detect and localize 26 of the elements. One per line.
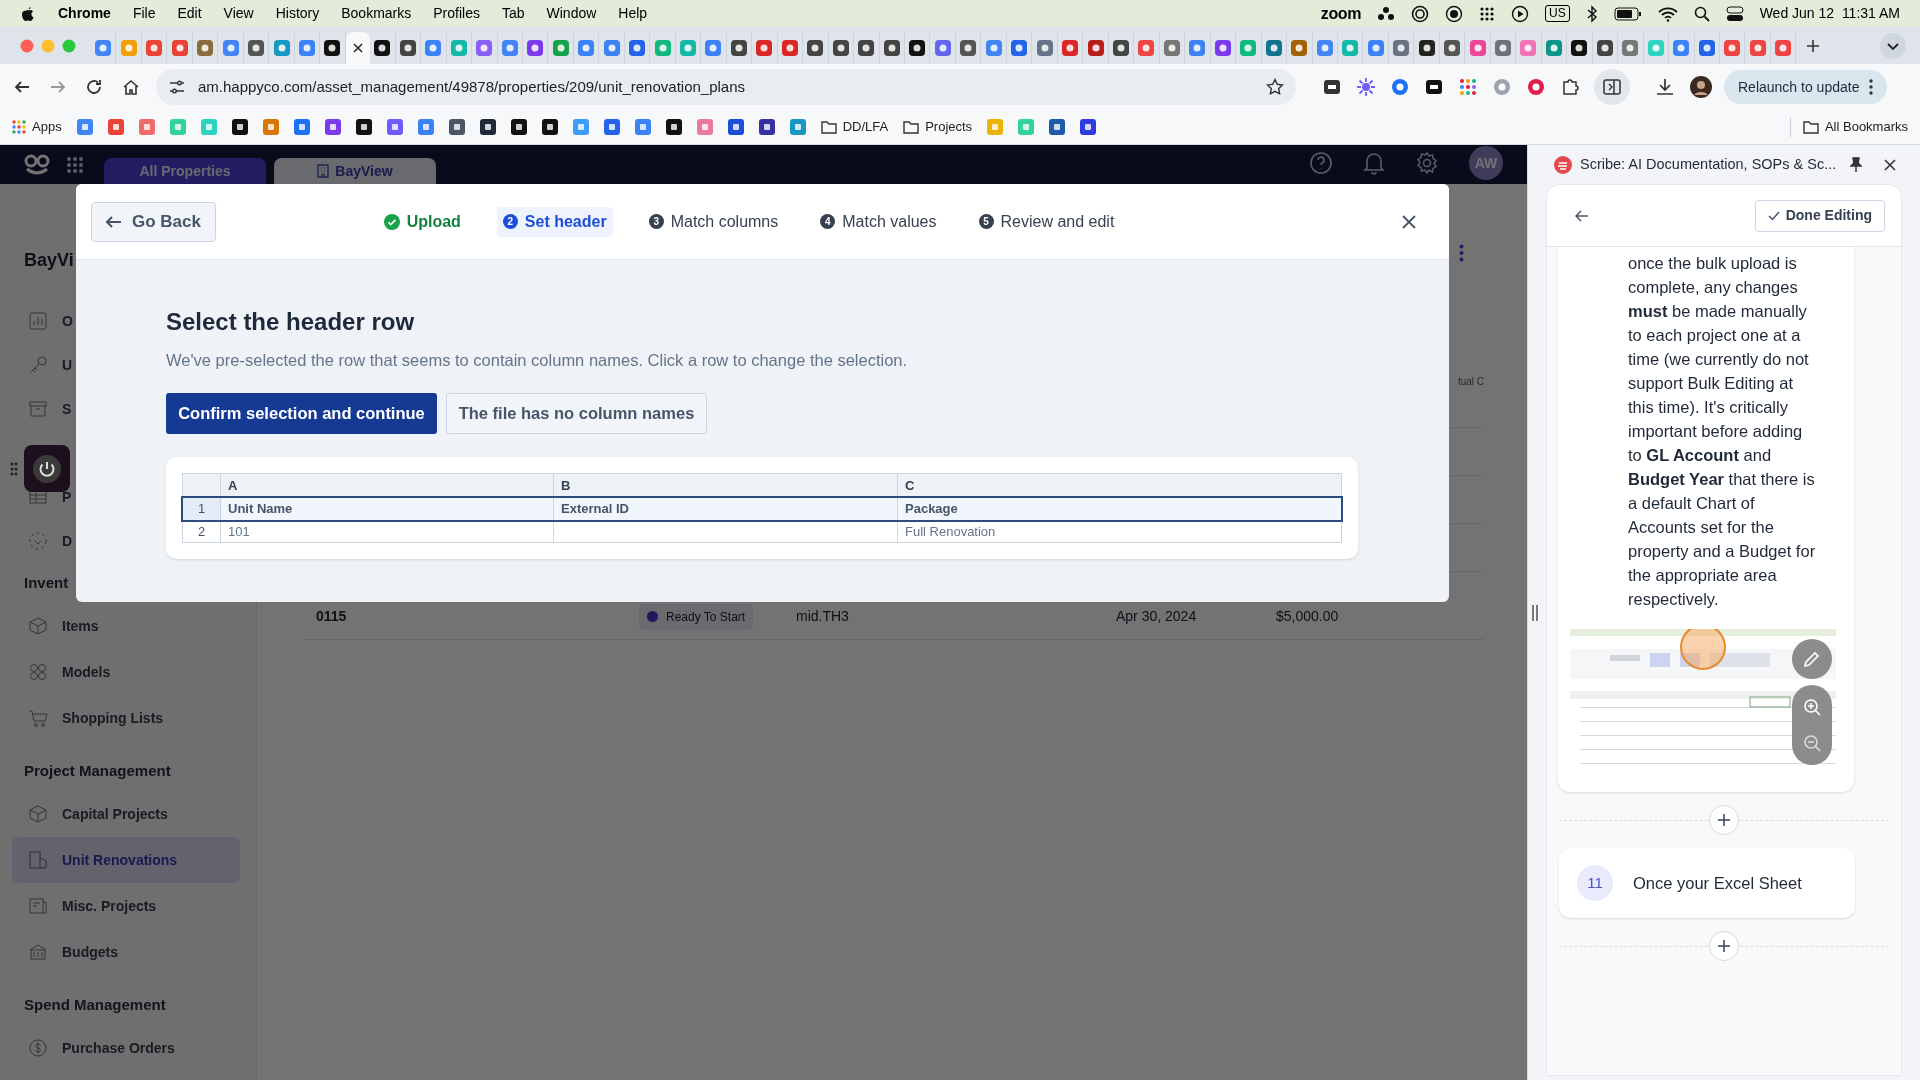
column-header: tual C <box>1457 375 1484 389</box>
clock: Wed Jun 12 11:31 AM <box>1759 4 1900 23</box>
table-cell-text: Full Renovation <box>904 522 997 541</box>
dialog-title: Select the header row <box>166 307 416 337</box>
property-title: BayVi <box>24 249 75 272</box>
panel-title: Scribe: AI Documentation, SOPs & Sc... <box>1580 154 1838 174</box>
column-header: C <box>904 476 916 495</box>
table-cell: External ID <box>554 497 898 520</box>
section-heading: Spend Management <box>24 995 167 1015</box>
section-heading: Project Management <box>24 761 172 781</box>
step-number: 11 <box>1577 865 1613 901</box>
dialog-description: We've pre-selected the row that seems to contain column names. Click a row to change the selection. <box>166 350 909 371</box>
row-number: 2 <box>183 520 221 542</box>
status-badge: Ready To Start <box>639 603 754 630</box>
section-heading: Invent <box>24 573 70 593</box>
step-description: once the bulk upload is complete, any changes must be made manually to each project one at a time (we currently do not support Bulk Editing at this time). It's critically important before adding to GL Account and Budget Year that there is a default Chart of Accounts set for the property and a Budget for the appropriate area respectively. <box>1628 253 1817 610</box>
table-cell-text: Apr 30, 2024 <box>1116 607 1198 626</box>
table-cell-text: $5,000.00 <box>1276 607 1339 626</box>
table-cell: 101 <box>221 520 554 542</box>
row-number: 1 <box>183 497 221 520</box>
table-cell-text: Package <box>904 499 959 518</box>
table-cell: Unit Name <box>221 497 554 520</box>
step-text: Once your Excel Sheet <box>1633 872 1802 894</box>
table-cell-text: mid.TH3 <box>796 607 850 626</box>
url-text: am.happyco.com/asset_management/49878/properties/209/unit_renovation_plans <box>198 76 747 97</box>
table-cell-text: 0115 <box>316 607 348 626</box>
